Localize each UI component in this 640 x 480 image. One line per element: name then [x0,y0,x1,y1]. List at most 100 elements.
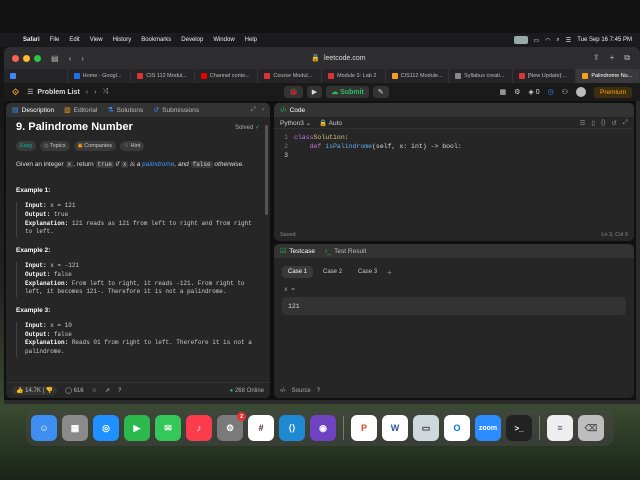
browser-tab[interactable]: CIS112 Module... [386,69,450,83]
browser-tab[interactable] [4,69,68,83]
companies-tag[interactable]: ▣ Companies [73,141,117,151]
source-link[interactable]: Source [292,388,311,394]
run-button[interactable]: ▶ [306,86,323,98]
dock-launchpad-icon[interactable]: ▦ [62,415,88,441]
dock-safari-icon[interactable]: ◎ [93,415,119,441]
scrollbar[interactable] [265,125,268,215]
back-icon[interactable]: ‹ [69,54,72,63]
shuffle-icon[interactable]: ⤨ [102,88,108,96]
menu-file[interactable]: File [50,37,60,43]
testcase-input[interactable]: 121 [282,297,626,315]
search-icon[interactable]: ⌕ [556,37,559,44]
streak-counter[interactable]: ◈ 0 [528,88,539,96]
new-tab-icon[interactable]: + [610,53,615,63]
case-tab[interactable]: Case 1 [282,266,314,278]
tab-editorial[interactable]: ▥ Editorial [64,106,97,115]
format-icon[interactable]: ☰ [580,119,586,127]
next-problem-icon[interactable]: › [94,89,96,96]
menu-app-name[interactable]: Safari [23,37,40,43]
control-center-icon[interactable]: ☰ [566,37,571,44]
dock-zoom-icon[interactable]: zoom [475,415,501,441]
browser-tab[interactable]: CIS 112 Modul... [131,69,195,83]
dock-powerpoint-icon[interactable]: P [351,415,377,441]
dock-github-icon[interactable]: ◉ [310,415,336,441]
menu-develop[interactable]: Develop [181,37,203,43]
minimize-window-button[interactable] [23,54,30,62]
debug-button[interactable]: 🐞 [284,86,303,98]
tab-test-result[interactable]: ›_ Test Result [325,248,366,255]
dock-word-icon[interactable]: W [382,415,408,441]
help-icon[interactable]: ? [317,388,320,394]
premium-button[interactable]: Premium [593,86,632,98]
tab-testcase[interactable]: ☑ Testcase [280,247,315,256]
tab-solutions[interactable]: ⚗ Solutions [107,106,143,115]
add-case-icon[interactable]: + [387,268,392,277]
reset-icon[interactable]: ↺ [611,119,616,127]
browser-tab[interactable]: Module 3: Lab 2 [322,69,386,83]
like-button[interactable]: 👍 14.7K | 👎 [12,386,58,395]
timer-icon[interactable]: ◷ [548,88,554,96]
dock-facetime-icon[interactable]: ▶ [124,415,150,441]
fullscreen-icon[interactable]: ⤢ [623,119,628,127]
code-editor[interactable]: 1 class Solution: 2 def isPalindrome (sel… [274,129,634,164]
braces-icon[interactable]: {} [601,119,605,127]
prev-problem-icon[interactable]: ‹ [86,89,88,96]
bookmark-icon[interactable]: ▯ [591,119,595,127]
dock-slack-icon[interactable]: # [248,415,274,441]
dock-preview-icon[interactable]: ▭ [413,415,439,441]
tab-code[interactable]: ‹/› Code [280,107,305,114]
mode-toggle[interactable]: 🔒 Auto [319,119,342,127]
menu-clock[interactable]: Tue Sep 16 7:45 PM [577,37,632,43]
tab-description[interactable]: ▤ Description [12,106,54,115]
tab-overview-icon[interactable]: ⧉ [624,53,630,63]
notes-button[interactable]: ✎ [372,86,389,98]
sidebar-toggle-icon[interactable]: ▤ [51,54,59,63]
topics-tag[interactable]: ◇ Topics [40,141,70,151]
dock-terminal-icon[interactable]: >_ [506,415,532,441]
comments-button[interactable]: ◯ 616 [65,387,83,394]
dock-settings-icon[interactable]: ⚙ 2 [217,412,246,441]
expand-icon[interactable]: ⤢ [251,106,256,114]
dock-messages-icon[interactable]: ✉ [155,415,181,441]
browser-tab-active[interactable]: Palindrome Nu... [576,69,640,83]
battery-icon[interactable]: ▭ [534,37,540,44]
leetcode-logo-icon[interactable]: ⟐ [12,87,19,98]
problem-list-link[interactable]: Problem List [37,89,79,96]
address-bar[interactable]: 🔒 leetcode.com [311,54,365,63]
case-tab[interactable]: Case 3 [352,266,383,278]
browser-tab[interactable]: Syllabus creati... [449,69,513,83]
layout-icon[interactable]: ▦ [499,88,506,96]
share-icon[interactable]: ⇪ [593,53,600,63]
menu-bookmarks[interactable]: Bookmarks [141,37,171,43]
menu-window[interactable]: Window [213,37,234,43]
submit-button[interactable]: ☁ Submit [326,86,369,98]
dock-document-icon[interactable]: ≡ [547,415,573,441]
language-select[interactable]: Python3 ⌄ [280,119,311,127]
thumbs-down-icon[interactable]: | 👎 [43,388,54,394]
tab-submissions[interactable]: ↺ Submissions [153,106,199,115]
avatar[interactable] [575,87,586,97]
share-icon[interactable]: ⇗ [105,387,110,394]
problem-list-icon[interactable]: ☰ [27,88,33,96]
dock-finder-icon[interactable]: ☺ [31,415,57,441]
help-icon[interactable]: ? [118,388,121,394]
dock-music-icon[interactable]: ♪ [186,415,212,441]
menu-history[interactable]: History [113,37,132,43]
close-window-button[interactable] [12,54,19,62]
dock-outlook-icon[interactable]: O [444,415,470,441]
browser-tab[interactable]: Channel conte... [195,69,259,83]
palindrome-link[interactable]: palindrome [142,161,174,168]
hint-tag[interactable]: ♢ Hint [120,141,145,151]
wifi-icon[interactable]: ◠ [545,37,550,44]
menu-edit[interactable]: Edit [69,37,79,43]
case-tab[interactable]: Case 2 [317,266,348,278]
menu-help[interactable]: Help [245,37,257,43]
menu-view[interactable]: View [90,37,103,43]
dock-vscode-icon[interactable]: ⟨⟩ [279,415,305,441]
add-user-icon[interactable]: ⚇ [562,88,568,96]
settings-icon[interactable]: ⚙ [514,88,520,96]
browser-tab[interactable]: Home - Googl... [68,69,132,83]
forward-icon[interactable]: › [81,54,84,63]
collapse-icon[interactable]: ‹ [262,106,264,114]
star-icon[interactable]: ☆ [92,387,97,394]
